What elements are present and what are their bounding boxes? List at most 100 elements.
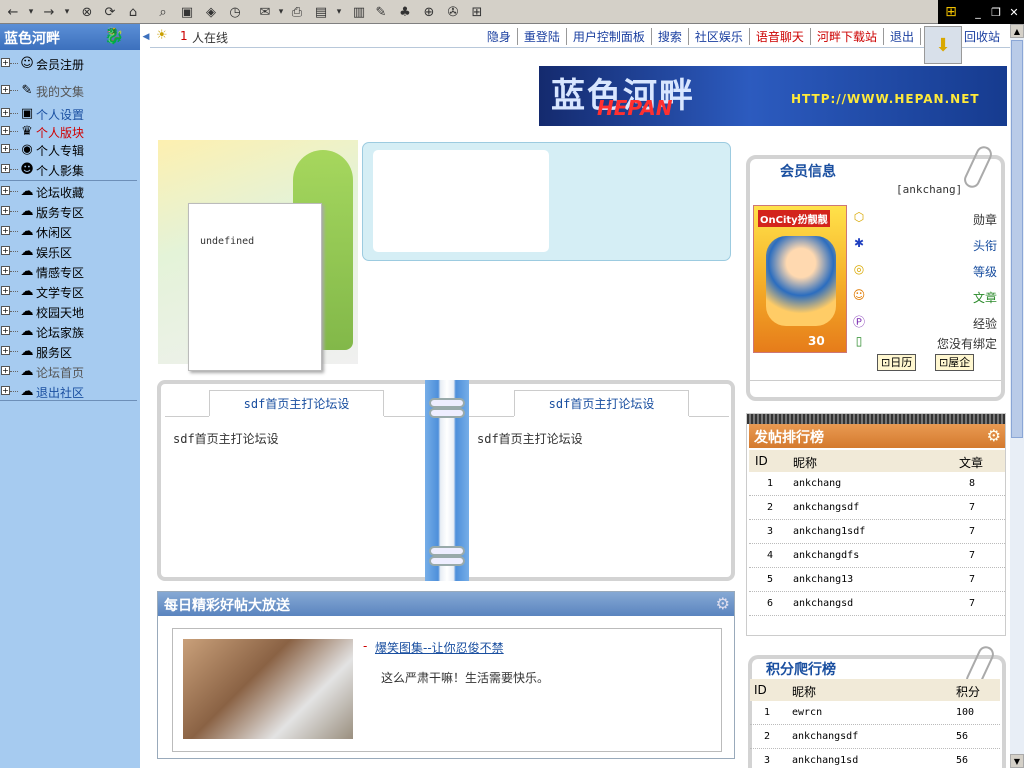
sidebar-item[interactable]: + ☁ 论坛收藏 [0, 181, 137, 201]
stop-icon[interactable]: ⊗ [78, 3, 96, 21]
note-text: undefined [200, 236, 255, 247]
expand-icon[interactable]: + [1, 266, 10, 275]
expand-icon[interactable]: + [1, 366, 10, 375]
sidebar-item[interactable]: + ☁ 版务专区 [0, 201, 137, 221]
nav-link[interactable]: 隐身 [481, 28, 517, 45]
table-row: 3 ankchang1sdf 7 [749, 520, 1005, 544]
daily-photo[interactable] [183, 639, 353, 739]
favorites-icon[interactable]: ▣ [178, 3, 196, 21]
expand-icon[interactable]: + [1, 85, 10, 94]
back-dropdown-icon[interactable]: ▾ [26, 3, 36, 21]
media-icon[interactable]: ◈ [202, 3, 220, 21]
nav-link[interactable]: 回收站 [956, 28, 1006, 45]
discuss-icon[interactable]: ▥ [350, 3, 368, 21]
forum-tab-right[interactable]: sdf首页主打论坛设 [514, 390, 689, 416]
sidebar-item[interactable]: + ☻ 个人影集 [0, 159, 137, 179]
nav-link[interactable]: 用户控制面板 [565, 28, 651, 45]
sidebar-item[interactable]: + ✎ 我的文集 [0, 80, 137, 100]
globe-icon[interactable]: ⊕ [420, 3, 438, 21]
expand-icon[interactable]: + [1, 58, 10, 67]
sidebar-item[interactable]: + ☁ 退出社区 [0, 381, 137, 401]
back-icon[interactable]: ← [4, 3, 22, 21]
scroll-up-icon[interactable]: ▲ [1010, 24, 1024, 38]
table-cell: 56 [956, 731, 969, 742]
tools-icon[interactable]: ✇ [444, 3, 462, 21]
avatar-corner[interactable]: ⬇ [924, 26, 962, 64]
nav-link[interactable]: 语音聊天 [748, 28, 810, 45]
gear-icon: ⚙ [715, 594, 730, 613]
expand-icon[interactable]: + [1, 126, 10, 135]
expand-icon[interactable]: + [1, 108, 10, 117]
user-name-link[interactable]: ankchang1sd [792, 755, 858, 766]
ring [429, 408, 465, 418]
user-name-link[interactable]: ankchangsd [793, 598, 853, 609]
scroll-down-icon[interactable]: ▼ [1010, 754, 1024, 768]
nav-link[interactable]: 社区娱乐 [687, 28, 749, 45]
house-button[interactable]: ⊡屋企 [935, 354, 975, 371]
sidebar-item[interactable]: + ♛ 个人版块 [0, 121, 137, 141]
site-banner[interactable]: 蓝色河畔 HEPAN HTTP://WWW.HEPAN.NET [539, 66, 1007, 126]
member-card[interactable]: OnCity扮靓靓 30 [753, 205, 847, 353]
expand-icon[interactable]: + [1, 386, 10, 395]
expand-icon[interactable]: + [1, 286, 10, 295]
search-icon[interactable]: ⌕ [154, 3, 172, 21]
research-icon[interactable]: ✎ [372, 3, 390, 21]
mail-dropdown-icon[interactable]: ▾ [276, 3, 286, 21]
minimize-icon[interactable]: _ [970, 4, 986, 20]
forum-tab-left[interactable]: sdf首页主打论坛设 [209, 390, 384, 416]
expand-icon[interactable]: + [1, 186, 10, 195]
nav-link[interactable]: 重登陆 [516, 28, 566, 45]
expand-icon[interactable]: + [1, 144, 10, 153]
table-cell: 56 [956, 755, 969, 766]
sidebar-item[interactable]: + ☁ 娱乐区 [0, 241, 137, 261]
home-icon[interactable]: ⌂ [124, 3, 142, 21]
sidebar-item[interactable]: + ◉ 个人专辑 [0, 139, 137, 159]
edit-dropdown-icon[interactable]: ▾ [334, 3, 344, 21]
daily-link[interactable]: 爆笑图集--让你忍俊不禁 [375, 639, 504, 656]
bookmark-icon[interactable]: ⊞ [468, 3, 486, 21]
expand-icon[interactable]: + [1, 346, 10, 355]
forward-dropdown-icon[interactable]: ▾ [62, 3, 72, 21]
sidebar-item[interactable]: + ☁ 情感专区 [0, 261, 137, 281]
mail-icon[interactable]: ✉ [256, 3, 274, 21]
expand-icon[interactable]: + [1, 246, 10, 255]
expand-icon[interactable]: + [1, 326, 10, 335]
close-icon[interactable]: ✕ [1006, 4, 1022, 20]
nav-link[interactable]: 搜索 [650, 28, 688, 45]
history-icon[interactable]: ◷ [226, 3, 244, 21]
sidebar-item[interactable]: + ☁ 文学专区 [0, 281, 137, 301]
messenger-icon[interactable]: ♣ [396, 3, 414, 21]
expand-icon[interactable]: + [1, 206, 10, 215]
page-scrollbar[interactable]: ▲ ▼ [1010, 24, 1024, 768]
sidebar-item[interactable]: + ☁ 论坛家族 [0, 321, 137, 341]
col-name: 昵称 [792, 685, 817, 699]
expand-icon[interactable]: + [1, 164, 10, 173]
sidebar-item[interactable]: + ☁ 校园天地 [0, 301, 137, 321]
forum-content-left: sdf首页主打论坛设 [173, 432, 279, 446]
user-name-link[interactable]: ankchangsdf [793, 502, 859, 513]
print-icon[interactable]: ⎙ [288, 3, 306, 21]
sidebar-item[interactable]: + ☁ 休闲区 [0, 221, 137, 241]
edit-icon[interactable]: ▤ [312, 3, 330, 21]
expand-icon[interactable]: + [1, 306, 10, 315]
nav-link[interactable]: 河畔下载站 [809, 28, 883, 45]
user-name-link[interactable]: ewrcn [792, 707, 822, 718]
sidebar-item[interactable]: + ☁ 论坛首页 [0, 361, 137, 381]
sidebar-separator [0, 180, 137, 181]
user-name-link[interactable]: ankchangsdf [792, 731, 858, 742]
paperclip-icon [961, 143, 995, 191]
refresh-icon[interactable]: ⟳ [101, 3, 119, 21]
forward-icon[interactable]: → [40, 3, 58, 21]
nav-link[interactable]: 退出 [882, 28, 920, 45]
scroll-thumb[interactable] [1011, 40, 1023, 438]
restore-icon[interactable]: ❐ [988, 4, 1004, 20]
sidebar-item[interactable]: + ☺ 会员注册 [0, 53, 137, 73]
user-name-link[interactable]: ankchang [793, 478, 841, 489]
user-name-link[interactable]: ankchang13 [793, 574, 853, 585]
calendar-button[interactable]: ⊡日历 [877, 354, 917, 371]
user-name-link[interactable]: ankchang1sdf [793, 526, 865, 537]
user-name-link[interactable]: ankchangdfs [793, 550, 859, 561]
expand-icon[interactable]: + [1, 226, 10, 235]
sidebar-item[interactable]: + ▣ 个人设置 [0, 103, 137, 123]
sidebar-item[interactable]: + ☁ 服务区 [0, 341, 137, 361]
